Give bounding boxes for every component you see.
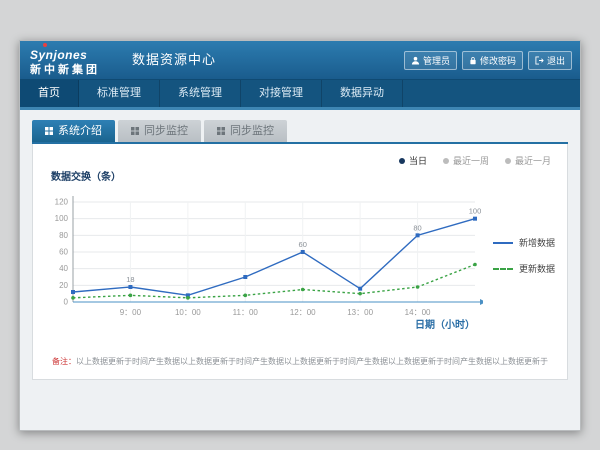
page-title: 数据资源中心 [132, 41, 216, 79]
svg-text:11：00: 11：00 [233, 308, 259, 317]
dot-icon [443, 158, 449, 164]
company-logo: Synjones 新中新集团 [30, 45, 100, 77]
main-nav: 首页 标准管理 系统管理 对接管理 数据异动 [20, 80, 580, 107]
nav-item-system-management[interactable]: 系统管理 [160, 80, 241, 107]
nav-item-data-change[interactable]: 数据异动 [322, 80, 403, 107]
svg-text:40: 40 [59, 264, 68, 273]
footnote-label: 备注： [52, 357, 76, 366]
footnote-text: 以上数据更新于时间产生数据以上数据更新于时间产生数据以上数据更新于时间产生数据以… [76, 357, 548, 366]
x-axis-title: 日期（小时） [415, 316, 475, 331]
tab-bar: 系统介绍 同步监控 同步监控 [32, 120, 568, 144]
period-last-month[interactable]: 最近一月 [505, 154, 551, 167]
logout-label: 退出 [547, 54, 565, 67]
period-last-month-label: 最近一月 [515, 154, 551, 167]
tab-sync-monitor-1[interactable]: 同步监控 [118, 120, 201, 142]
svg-text:20: 20 [59, 281, 68, 290]
svg-text:60: 60 [59, 248, 68, 257]
change-password-button[interactable]: 修改密码 [462, 51, 523, 70]
line-swatch-icon [493, 268, 513, 270]
change-password-label: 修改密码 [480, 54, 516, 67]
period-today[interactable]: 当日 [399, 154, 427, 167]
logout-button[interactable]: 退出 [528, 51, 572, 70]
svg-text:12：00: 12：00 [290, 308, 316, 317]
grid-icon [217, 127, 225, 135]
svg-text:13：00: 13：00 [347, 308, 373, 317]
svg-text:80: 80 [59, 231, 68, 240]
dot-icon [505, 158, 511, 164]
y-axis-title: 数据交换（条） [51, 168, 121, 183]
chart-panel: 当日 最近一周 最近一月 数据交换（条） 0 20 40 60 80 100 120 9：00… [32, 144, 568, 380]
svg-text:0: 0 [64, 298, 69, 307]
legend-new-data: 新增数据 [493, 236, 555, 249]
svg-text:100: 100 [469, 207, 482, 216]
dot-icon [399, 158, 405, 164]
legend-new-data-label: 新增数据 [519, 236, 555, 249]
grid-icon [45, 127, 53, 135]
grid-icon [131, 127, 139, 135]
tab-system-intro-label: 系统介绍 [58, 120, 102, 142]
app-window: Synjones 新中新集团 数据资源中心 管理员 修改密码 退出 首页 标准管… [19, 40, 581, 431]
line-chart: 0 20 40 60 80 100 120 9：00 10：00 11：00 12：00 13：00 1… [43, 188, 483, 328]
nav-item-interface-management[interactable]: 对接管理 [241, 80, 322, 107]
svg-text:10：00: 10：00 [175, 308, 201, 317]
period-filter: 当日 最近一周 最近一月 [399, 154, 551, 167]
brand-name: Synjones [30, 48, 87, 62]
nav-item-standard-management[interactable]: 标准管理 [79, 80, 160, 107]
footnote: 备注：以上数据更新于时间产生数据以上数据更新于时间产生数据以上数据更新于时间产生… [33, 356, 567, 367]
logo-red-dot-icon [43, 43, 47, 47]
svg-text:60: 60 [299, 240, 307, 249]
legend-update-data: 更新数据 [493, 262, 555, 275]
company-name: 新中新集团 [30, 64, 100, 77]
admin-user-button[interactable]: 管理员 [404, 51, 457, 70]
tab-sync-monitor-1-label: 同步监控 [144, 120, 188, 142]
period-last-week-label: 最近一周 [453, 154, 489, 167]
period-last-week[interactable]: 最近一周 [443, 154, 489, 167]
user-icon [411, 56, 420, 65]
tab-system-intro[interactable]: 系统介绍 [32, 120, 115, 142]
admin-user-label: 管理员 [423, 54, 450, 67]
svg-text:100: 100 [55, 214, 69, 223]
lock-icon [469, 56, 477, 65]
svg-text:120: 120 [55, 198, 69, 207]
period-today-label: 当日 [409, 154, 427, 167]
nav-item-home[interactable]: 首页 [20, 80, 79, 107]
content-area: 系统介绍 同步监控 同步监控 当日 最近一周 [20, 110, 580, 380]
top-header: Synjones 新中新集团 数据资源中心 管理员 修改密码 退出 [20, 41, 580, 80]
svg-text:9：00: 9：00 [120, 308, 142, 317]
series-legend: 新增数据 更新数据 [493, 236, 555, 275]
user-actions: 管理员 修改密码 退出 [404, 51, 572, 70]
svg-text:80: 80 [413, 223, 421, 232]
line-swatch-icon [493, 242, 513, 244]
logout-icon [535, 56, 544, 65]
tab-sync-monitor-2-label: 同步监控 [230, 120, 274, 142]
tab-sync-monitor-2[interactable]: 同步监控 [204, 120, 287, 142]
legend-update-data-label: 更新数据 [519, 262, 555, 275]
svg-text:18: 18 [126, 275, 134, 284]
